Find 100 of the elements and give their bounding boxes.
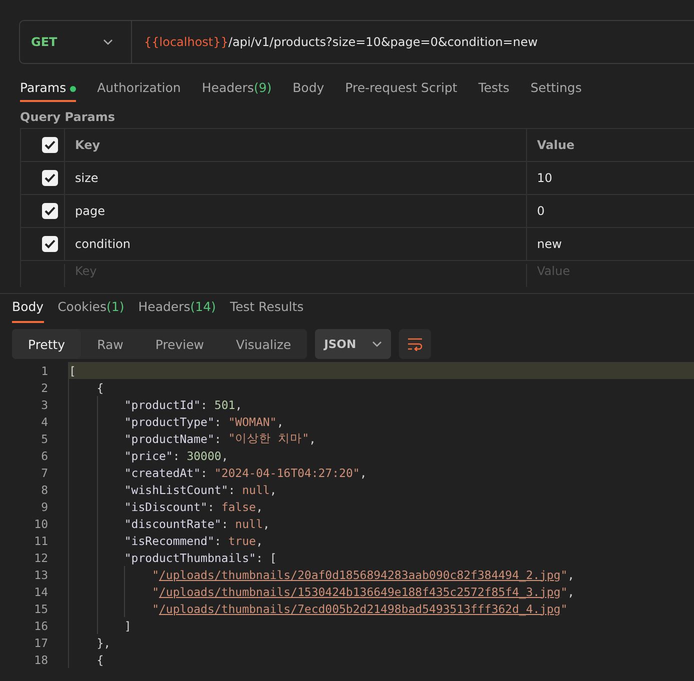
code-punctuation: ,	[256, 534, 263, 548]
code-punctuation: ,	[309, 432, 316, 446]
request-tab[interactable]: Tests	[478, 76, 510, 102]
code-punctuation: [	[69, 364, 76, 378]
json-literal: false	[221, 500, 256, 514]
request-tab[interactable]: Settings	[530, 76, 582, 102]
code-punctuation: :	[214, 414, 222, 428]
file-link[interactable]: /uploads/thumbnails/7ecd005b2d21498bad5493513fff362d_4.jpg	[159, 602, 561, 616]
json-string: "	[560, 602, 568, 616]
code-punctuation: ]	[124, 618, 132, 632]
wrap-button[interactable]	[399, 329, 432, 359]
view-mode-button[interactable]: Raw	[81, 329, 140, 359]
param-key[interactable]: size	[65, 162, 527, 194]
code-punctuation: ,	[221, 448, 228, 462]
request-tab[interactable]: Body	[292, 76, 324, 102]
response-tab[interactable]: Test Results	[230, 299, 304, 323]
url-field[interactable]: {{localhost}}/api/v1/products?size=10&page=0&condition=new	[144, 35, 538, 49]
code-punctuation: ,	[276, 414, 284, 428]
code-punctuation: ,	[568, 568, 574, 582]
file-link[interactable]: /uploads/thumbnails/1530424b136649e188f435c2572f85f4_3.jpg	[159, 584, 561, 598]
code-punctuation: ,	[235, 398, 242, 412]
json-number: 501	[214, 398, 236, 412]
line-number: 18	[33, 652, 49, 666]
line-number: 3	[40, 398, 49, 412]
json-string: "WOMAN"	[228, 414, 277, 428]
code-punctuation: :	[200, 398, 208, 412]
json-literal: null	[242, 482, 270, 496]
line-number: 9	[40, 500, 49, 514]
line-number: 5	[40, 432, 49, 446]
json-literal: true	[228, 534, 256, 548]
code-punctuation: ,	[360, 466, 367, 480]
line-number: 4	[40, 414, 49, 428]
checkbox[interactable]	[42, 137, 58, 153]
code-punctuation: ,	[262, 516, 270, 530]
json-number: 30000	[186, 448, 222, 462]
json-string: "	[560, 568, 568, 582]
json-key: "productName"	[124, 432, 214, 446]
json-key: "productId"	[124, 398, 201, 412]
response-tab[interactable]: Headers(14)	[138, 299, 216, 323]
code-punctuation: :	[200, 466, 208, 480]
line-number: 8	[40, 482, 49, 496]
code-punctuation: :	[207, 500, 216, 514]
line-number: 12	[33, 550, 49, 564]
view-mode-button[interactable]: Pretty	[12, 329, 82, 359]
json-literal: null	[235, 516, 263, 530]
line-number: 14	[33, 584, 49, 598]
json-key: "productThumbnails"	[124, 550, 256, 564]
code-punctuation: },	[96, 636, 111, 650]
code-punctuation: {	[96, 380, 104, 394]
checkbox[interactable]	[42, 170, 58, 186]
section-title: Query Params	[20, 110, 116, 126]
json-string: "	[152, 602, 159, 616]
param-value[interactable]: 10	[527, 171, 552, 185]
request-tab[interactable]: Params	[20, 76, 76, 102]
chevron-down-icon	[103, 39, 113, 45]
line-number: 11	[33, 534, 49, 548]
response-tab[interactable]: Cookies(1)	[58, 299, 124, 323]
code-punctuation: ,	[568, 584, 574, 598]
line-number: 6	[40, 448, 49, 462]
json-key: "productType"	[124, 414, 214, 428]
checkbox[interactable]	[42, 236, 58, 252]
param-key[interactable]: page	[65, 195, 527, 227]
json-key: "discountRate"	[124, 516, 222, 530]
code-punctuation: :	[228, 482, 236, 496]
param-value[interactable]: 0	[527, 204, 545, 218]
code-punctuation: :	[221, 516, 230, 530]
view-mode-button[interactable]: Visualize	[220, 329, 308, 359]
line-number: 15	[33, 602, 49, 616]
json-key: "wishListCount"	[124, 482, 228, 496]
line-number: 10	[33, 516, 49, 530]
json-string: "	[560, 584, 568, 598]
request-tab[interactable]: Authorization	[97, 76, 181, 102]
checkbox[interactable]	[42, 203, 58, 219]
wrap-lines-icon	[407, 337, 424, 351]
file-link[interactable]: /uploads/thumbnails/20af0d1856894283aab090c82f384494_2.jpg	[159, 568, 561, 582]
response-tab[interactable]: Body	[12, 299, 44, 323]
chevron-down-icon	[372, 341, 382, 347]
view-mode-button[interactable]: Preview	[139, 329, 220, 359]
column-header: Value	[536, 138, 575, 152]
request-tab[interactable]: Headers(9)	[202, 76, 272, 102]
json-key: "price"	[124, 448, 173, 462]
json-key: "isDiscount"	[124, 500, 208, 514]
code-punctuation: :	[214, 534, 222, 548]
line-number: 1	[40, 364, 49, 378]
method-dropdown[interactable]: GET	[20, 21, 132, 63]
param-value[interactable]: new	[527, 237, 562, 251]
request-tab[interactable]: Pre-request Script	[345, 76, 458, 102]
code-punctuation: : [	[256, 550, 277, 564]
line-number: 7	[40, 466, 49, 480]
line-number: 17	[33, 636, 49, 650]
line-number: 2	[40, 380, 49, 394]
json-string: "	[152, 568, 159, 582]
code-punctuation: ,	[256, 500, 263, 514]
line-number: 13	[33, 568, 49, 582]
line-number: 16	[33, 618, 49, 632]
format-dropdown[interactable]: JSON	[315, 329, 392, 359]
code-punctuation: :	[214, 432, 222, 446]
json-string: "2024-04-16T04:27:20"	[214, 466, 360, 480]
json-string: "이상한 치마"	[228, 431, 310, 446]
param-key[interactable]: condition	[65, 228, 527, 260]
